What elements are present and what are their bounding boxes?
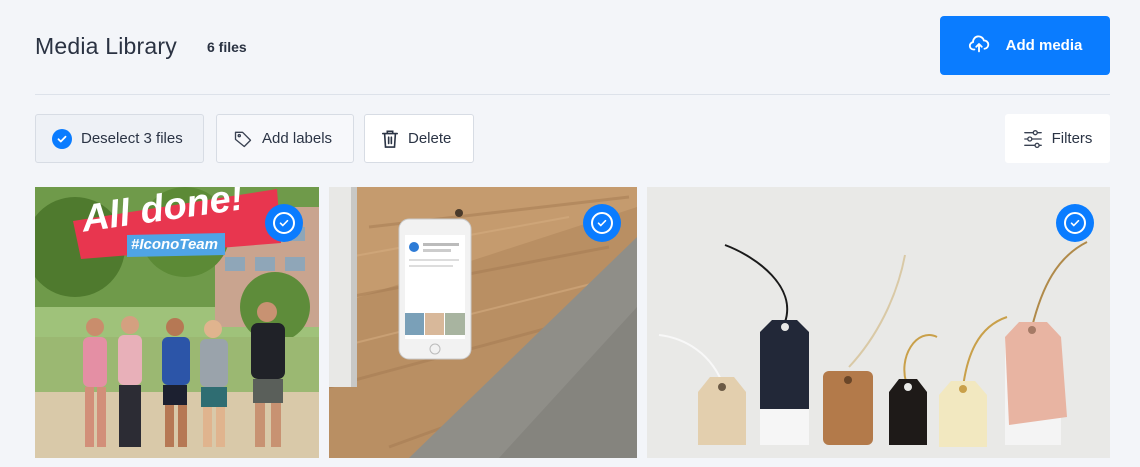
- add-labels-button[interactable]: Add labels: [216, 114, 354, 163]
- trash-icon: [381, 129, 399, 149]
- delete-label: Delete: [408, 130, 452, 147]
- media-item-group-photo[interactable]: All done! #IconoTeam: [35, 187, 319, 458]
- tag-icon: [233, 129, 253, 149]
- page-header: Media Library 6 files Add media: [0, 0, 1140, 95]
- deselect-files-button[interactable]: Deselect 3 files: [35, 114, 204, 163]
- check-circle-icon: [273, 212, 295, 234]
- filters-label: Filters: [1051, 130, 1093, 147]
- selected-badge[interactable]: [1056, 204, 1094, 242]
- media-item-phone-photo[interactable]: [329, 187, 637, 458]
- add-labels-label: Add labels: [262, 130, 333, 147]
- check-circle-icon: [591, 212, 613, 234]
- deselect-label: Deselect 3 files: [81, 130, 183, 147]
- add-media-label: Add media: [1005, 37, 1083, 54]
- check-circle-icon: [1064, 212, 1086, 234]
- filters-button[interactable]: Filters: [1005, 114, 1110, 163]
- cloud-upload-icon: [968, 33, 990, 59]
- add-media-button[interactable]: Add media: [940, 16, 1110, 75]
- file-count: 6 files: [207, 39, 247, 55]
- selected-badge[interactable]: [265, 204, 303, 242]
- page-title: Media Library: [35, 33, 177, 59]
- check-circle-icon: [52, 128, 72, 149]
- header-divider: [35, 94, 1110, 95]
- selected-badge[interactable]: [583, 204, 621, 242]
- sticker-tag: #IconoTeam: [131, 236, 218, 253]
- sliders-icon: [1023, 129, 1043, 149]
- delete-button[interactable]: Delete: [364, 114, 474, 163]
- tags-photo-image: [647, 187, 1110, 458]
- media-item-tags-photo[interactable]: [647, 187, 1110, 458]
